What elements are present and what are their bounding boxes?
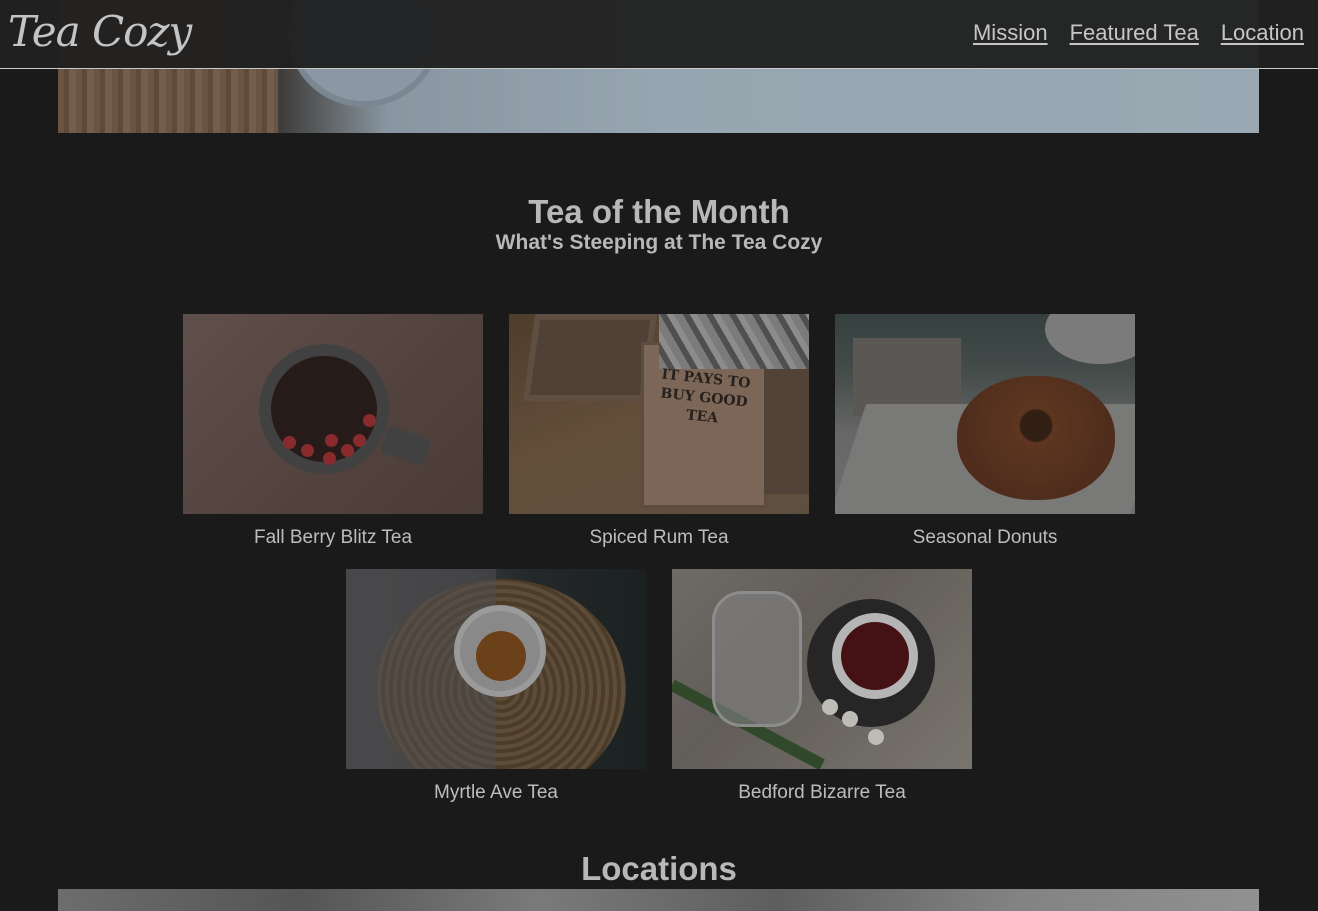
tea-image-myrtle[interactable] <box>346 569 646 769</box>
tea-card[interactable]: Myrtle Ave Tea <box>346 569 646 803</box>
tea-of-month-subheading: What's Steeping at The Tea Cozy <box>495 231 823 254</box>
tea-caption: Seasonal Donuts <box>912 527 1058 548</box>
tea-card[interactable]: IT PAYS TO BUY GOOD TEA Spiced Rum Tea <box>509 314 809 548</box>
tea-image-donuts[interactable] <box>835 314 1135 514</box>
tea-image-bedford[interactable] <box>672 569 972 769</box>
tea-image-berry[interactable] <box>183 314 483 514</box>
tea-card[interactable]: Bedford Bizarre Tea <box>672 569 972 803</box>
tea-caption: Myrtle Ave Tea <box>434 782 558 803</box>
main-nav: Mission Featured Tea Location <box>973 20 1304 46</box>
site-header: Tea Cozy Mission Featured Tea Location <box>0 0 1318 69</box>
tea-card[interactable]: Fall Berry Blitz Tea <box>183 314 483 548</box>
locations-image <box>58 889 1259 911</box>
nav-link-location[interactable]: Location <box>1221 20 1304 46</box>
site-logo[interactable]: Tea Cozy <box>8 4 192 60</box>
nav-link-mission[interactable]: Mission <box>973 20 1048 46</box>
tea-caption: Fall Berry Blitz Tea <box>253 527 413 548</box>
tea-image-spiced-rum[interactable]: IT PAYS TO BUY GOOD TEA <box>509 314 809 514</box>
tea-of-month-heading: Tea of the Month <box>528 193 790 230</box>
tea-caption: Spiced Rum Tea <box>589 527 729 548</box>
tea-card[interactable]: Seasonal Donuts <box>835 314 1135 548</box>
tea-caption: Bedford Bizarre Tea <box>738 782 906 803</box>
nav-link-featured-tea[interactable]: Featured Tea <box>1070 20 1199 46</box>
locations-heading: Locations <box>581 850 737 887</box>
hero-wood-texture <box>58 68 278 133</box>
